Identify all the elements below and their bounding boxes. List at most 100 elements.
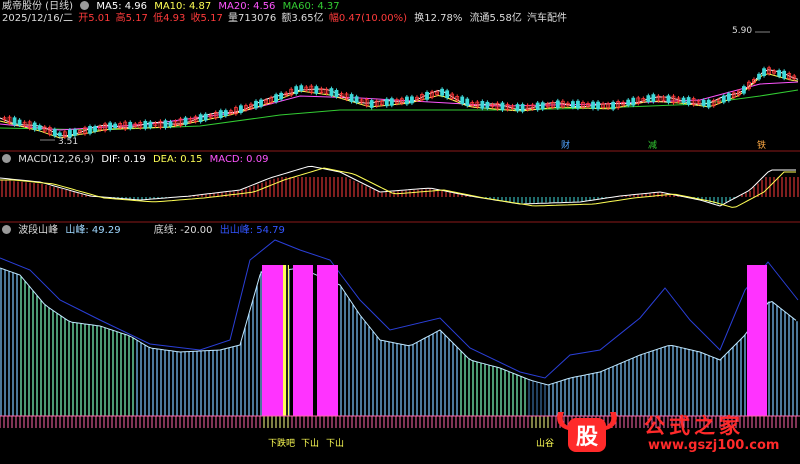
candle-body [384, 98, 389, 107]
candle-body [113, 123, 118, 129]
candle-body [143, 120, 148, 129]
magenta-signal-bar [747, 265, 767, 416]
candle-body [148, 121, 153, 128]
candle-body [274, 94, 279, 103]
wave-header: 波段山峰 山峰: 49.29 底线: -20.00 出山峰: 54.79 [2, 225, 289, 237]
candle-body [555, 100, 560, 109]
candle-body [239, 105, 243, 113]
candle-body [570, 101, 575, 108]
dif-label: DIF: 0.19 [101, 154, 146, 165]
candle-body [742, 86, 746, 94]
candle-body [32, 122, 37, 131]
magenta-signal-bar [317, 265, 338, 416]
candle-body [485, 101, 490, 109]
macd-title[interactable]: MACD(12,26,9) [18, 154, 94, 165]
candle-body [651, 94, 656, 102]
candle-body [57, 132, 62, 137]
candle-body [480, 100, 485, 109]
macd-label: MACD: 0.09 [209, 154, 269, 165]
candle-body [465, 98, 470, 106]
candle-body [404, 96, 409, 105]
macd-header: MACD(12,26,9) DIF: 0.19 DEA: 0.15 MACD: … [2, 154, 272, 166]
logo-text: 股 [576, 425, 598, 450]
candle-body [515, 104, 520, 112]
candle-body [540, 102, 545, 110]
candle-body [425, 91, 429, 100]
candle-body [108, 122, 113, 130]
candle-body [686, 97, 691, 105]
candle-body [389, 98, 394, 106]
wave-label-xiadieba: 下跌吧 [268, 439, 296, 449]
price-chart[interactable] [0, 31, 799, 141]
candle-body [440, 88, 445, 96]
candle-body [520, 104, 525, 112]
candle-body [666, 95, 671, 103]
candle-body [576, 100, 580, 109]
settings-dot-icon[interactable] [2, 225, 11, 234]
candle-body [349, 94, 354, 102]
candle-body [37, 125, 42, 130]
bottom-label: 底线: -20.00 [153, 225, 213, 236]
low-price-tick: 3.51 [58, 137, 79, 147]
candle-body [314, 86, 319, 94]
candle-body [611, 101, 616, 110]
signal-gap [286, 265, 288, 416]
candle-body [329, 88, 334, 96]
candle-body [445, 90, 450, 99]
candle-body [128, 121, 133, 129]
candle-body [354, 96, 359, 103]
event-mark-jian[interactable]: 减 [648, 138, 657, 151]
macd-chart[interactable] [0, 165, 799, 208]
exit-peak-label: 出山峰: 54.79 [219, 225, 285, 236]
watermark-title: 公式之家 [644, 414, 744, 438]
candle-body [17, 119, 22, 126]
candle-body [163, 120, 168, 129]
magenta-signal-bar [293, 265, 313, 416]
candle-body [626, 99, 631, 106]
candle-body [726, 93, 731, 101]
candle-body [701, 99, 706, 107]
candle-body [67, 129, 72, 138]
settings-dot-icon[interactable] [2, 154, 11, 163]
candle-body [782, 70, 787, 79]
candle-body [218, 110, 223, 119]
candle-body [168, 121, 173, 127]
candle-body [460, 96, 465, 105]
candle-body [203, 113, 208, 121]
event-mark-cai[interactable]: 财 [561, 138, 570, 151]
candle-body [223, 110, 228, 117]
wave-title[interactable]: 波段山峰 [18, 225, 58, 236]
watermark: 股 公式之家 www.gszj100.com [552, 404, 788, 458]
candle-body [254, 100, 258, 109]
candle-body [183, 117, 188, 125]
candle-body [299, 85, 304, 91]
wave-label-xiashan: 下山 [326, 439, 345, 449]
candle-body [12, 117, 17, 126]
bull-logo-icon: 股 [557, 412, 617, 452]
candle-body [535, 102, 540, 111]
candle-body [259, 99, 263, 107]
exit-peak-line [0, 239, 799, 379]
wave-chart[interactable] [0, 239, 800, 428]
high-price-tick: 5.90 [732, 26, 753, 36]
peak-label: 山峰: 49.29 [65, 225, 121, 236]
candle-body [198, 114, 203, 123]
candle-body [777, 70, 782, 77]
candle-body [88, 126, 92, 134]
candle-body [52, 129, 57, 137]
event-mark-tie[interactable]: 铁 [757, 138, 766, 151]
candle-body [706, 99, 711, 108]
dif-line [0, 165, 796, 207]
candle-body [294, 86, 299, 94]
candle-body [631, 97, 636, 106]
candle-body [762, 68, 766, 77]
watermark-url: www.gszj100.com [648, 438, 780, 453]
candle-body [334, 89, 339, 98]
dea-line [0, 167, 796, 208]
candle-body [596, 101, 600, 110]
candle-body [369, 100, 374, 108]
candle-body [721, 95, 726, 103]
candle-body [646, 95, 651, 103]
candle-body [410, 96, 414, 104]
candle-body [279, 92, 284, 100]
